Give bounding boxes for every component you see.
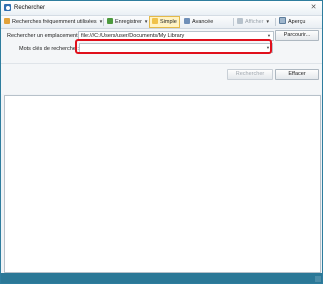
save-label: Enregistrer — [115, 19, 142, 25]
resize-grip-icon[interactable] — [315, 276, 321, 282]
search-button[interactable]: Rechercher — [227, 69, 273, 80]
preview-button[interactable]: Aperçu — [279, 17, 305, 27]
clear-button[interactable]: Effacer — [275, 69, 319, 80]
advanced-search-icon — [184, 18, 190, 24]
status-bar — [1, 273, 322, 283]
panel-divider — [1, 63, 322, 64]
toolbar-divider — [103, 18, 104, 26]
toolbar-divider — [233, 18, 234, 26]
simple-search-icon — [152, 18, 158, 24]
close-icon[interactable]: ✕ — [309, 3, 318, 12]
preview-icon — [279, 17, 286, 24]
simple-search-button[interactable]: Simple — [149, 16, 180, 28]
frequent-searches-label: Recherches fréquemment utilisées — [12, 19, 97, 25]
save-icon — [107, 18, 113, 24]
keywords-highlight-box — [75, 39, 272, 54]
search-panel: Rechercher un emplacement : file:///C:/U… — [1, 29, 322, 94]
keywords-label: Mots clés de recherche : — [19, 46, 79, 52]
display-button[interactable]: Afficher ▼ — [237, 17, 270, 27]
results-pane[interactable] — [4, 95, 321, 273]
display-label: Afficher — [245, 19, 264, 25]
location-label: Rechercher un emplacement : — [7, 33, 81, 39]
title-bar: Rechercher ✕ — [1, 1, 322, 16]
display-icon — [237, 18, 243, 24]
chevron-down-icon: ▼ — [265, 19, 271, 24]
folder-star-icon — [4, 18, 10, 24]
toolbar: Recherches fréquemment utilisées ▼ Enregi… — [1, 16, 322, 29]
chevron-down-icon: ▼ — [143, 19, 149, 24]
advanced-search-button[interactable]: Avancée — [184, 17, 213, 27]
search-window: Rechercher ✕ Recherches fréquemment util… — [0, 0, 323, 284]
app-icon — [4, 4, 11, 11]
preview-label: Aperçu — [288, 19, 306, 25]
window-title: Rechercher — [14, 4, 46, 11]
simple-label: Simple — [160, 19, 177, 25]
advanced-label: Avancée — [192, 19, 214, 25]
save-menu[interactable]: Enregistrer ▼ — [107, 17, 148, 27]
toolbar-divider — [275, 18, 276, 26]
frequent-searches-menu[interactable]: Recherches fréquemment utilisées ▼ — [4, 17, 103, 27]
browse-button[interactable]: Parcourir... — [275, 30, 319, 41]
